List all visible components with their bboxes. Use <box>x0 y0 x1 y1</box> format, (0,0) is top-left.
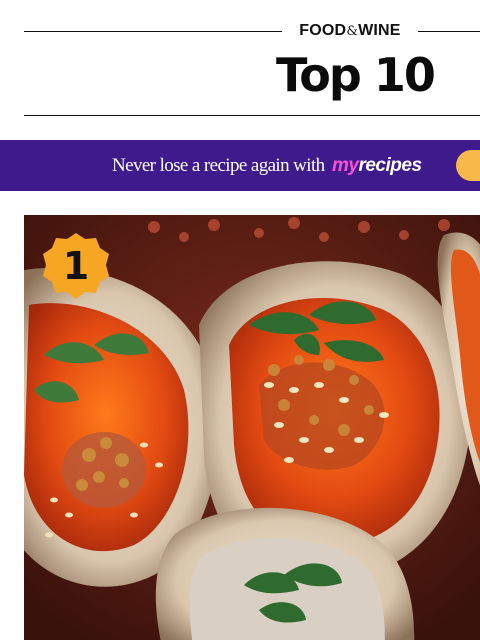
page-header: FOOD&WINE Top 10 <box>0 0 480 140</box>
banner-cta-button[interactable] <box>456 150 480 181</box>
logo-my: my <box>332 155 359 176</box>
page-title: Top 10 <box>276 48 436 102</box>
brand-wine: WINE <box>358 22 401 39</box>
header-rule-left <box>24 31 282 32</box>
food-and-wine-logo[interactable]: FOOD&WINE <box>282 20 418 43</box>
banner-text: Never lose a recipe again with <box>112 155 325 176</box>
myrecipes-promo-banner[interactable]: Never lose a recipe again with myrecipes <box>0 140 480 191</box>
myrecipes-logo: myrecipes <box>332 154 422 178</box>
header-rule-bottom <box>24 115 480 116</box>
header-rule-right <box>418 31 480 32</box>
brand-food: FOOD <box>299 22 347 39</box>
brand-amp: & <box>346 24 359 39</box>
rank-number: 1 <box>62 244 90 288</box>
logo-recipes: recipes <box>358 155 422 176</box>
